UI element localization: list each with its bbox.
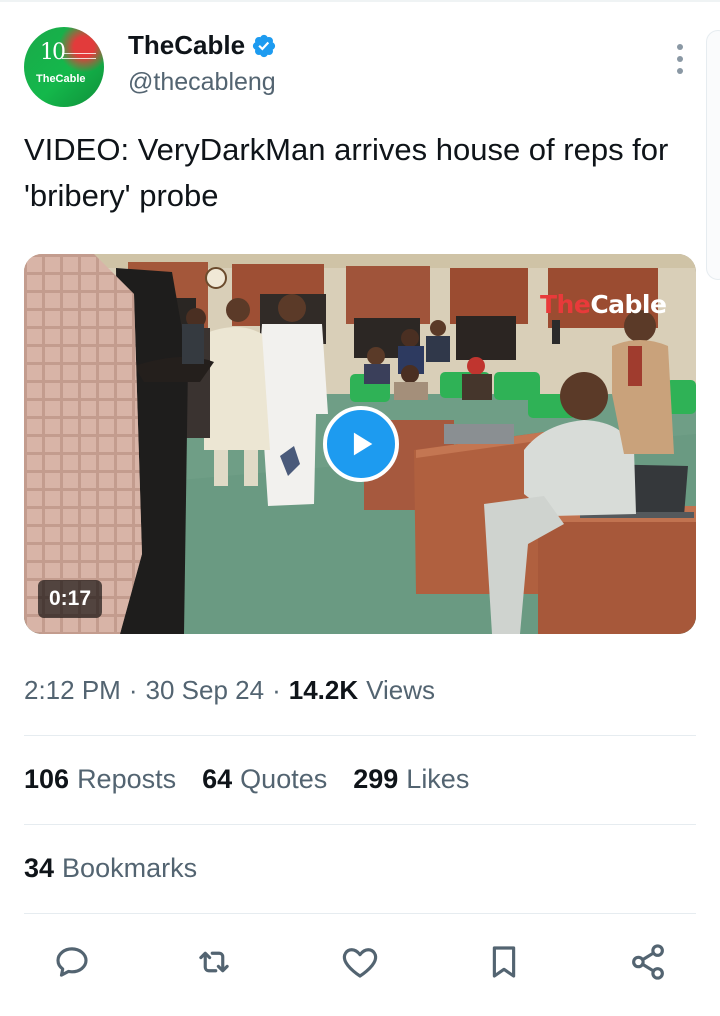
video-watermark-part1: The: [540, 290, 591, 319]
avatar-anniversary-badge: 10: [40, 40, 66, 65]
tweet-detail-page: 10 TheCable TheCable @thecableng VIDEO: …: [0, 0, 720, 1016]
avatar-logo-text: TheCable: [36, 73, 86, 85]
action-bar: [0, 938, 720, 988]
bookmarks-label: Bookmarks: [62, 853, 198, 883]
engagement-stats: 106 Reposts 64 Quotes 299 Likes: [24, 764, 469, 795]
like-icon[interactable]: [336, 938, 384, 986]
side-panel-edge: [706, 30, 720, 280]
top-divider: [0, 0, 720, 2]
divider: [24, 824, 696, 825]
video-watermark-part2: Cable: [590, 290, 667, 319]
quotes-label: Quotes: [240, 764, 328, 794]
handle[interactable]: @thecableng: [128, 68, 276, 97]
reposts-stat[interactable]: 106 Reposts: [24, 764, 176, 795]
verified-badge-icon: [252, 34, 276, 57]
avatar[interactable]: 10 TheCable: [24, 27, 104, 107]
display-name[interactable]: TheCable: [128, 30, 245, 61]
tweet-date[interactable]: 30 Sep 24: [146, 675, 265, 706]
likes-count: 299: [353, 764, 399, 794]
likes-stat[interactable]: 299 Likes: [353, 764, 469, 795]
avatar-tagline-lines: [62, 53, 96, 59]
video-duration: 0:17: [38, 580, 102, 618]
bookmarks-count: 34: [24, 853, 55, 883]
meta-separator: ·: [272, 675, 281, 705]
reply-icon[interactable]: [48, 938, 96, 986]
meta-separator: ·: [128, 675, 138, 705]
reposts-label: Reposts: [77, 764, 177, 794]
bookmark-icon[interactable]: [480, 938, 528, 986]
quotes-count: 64: [202, 764, 233, 794]
display-name-row[interactable]: TheCable: [128, 30, 277, 61]
tweet-time[interactable]: 2:12 PM: [24, 675, 121, 706]
reposts-count: 106: [24, 764, 70, 794]
divider: [24, 735, 696, 736]
views-count: 14.2K: [288, 675, 359, 705]
share-icon[interactable]: [624, 938, 672, 986]
tweet-meta: 2:12 PM · 30 Sep 24 · 14.2K Views: [24, 675, 435, 706]
bookmarks-stat[interactable]: 34 Bookmarks: [24, 853, 197, 884]
views-label: Views: [366, 675, 436, 705]
likes-label: Likes: [406, 764, 470, 794]
more-vertical-icon[interactable]: [670, 44, 690, 74]
tweet-text: VIDEO: VeryDarkMan arrives house of reps…: [24, 132, 669, 213]
video-watermark: TheCable: [540, 290, 667, 319]
divider: [24, 913, 696, 914]
play-icon[interactable]: [323, 406, 399, 482]
quotes-stat[interactable]: 64 Quotes: [202, 764, 327, 795]
repost-icon[interactable]: [190, 938, 238, 986]
